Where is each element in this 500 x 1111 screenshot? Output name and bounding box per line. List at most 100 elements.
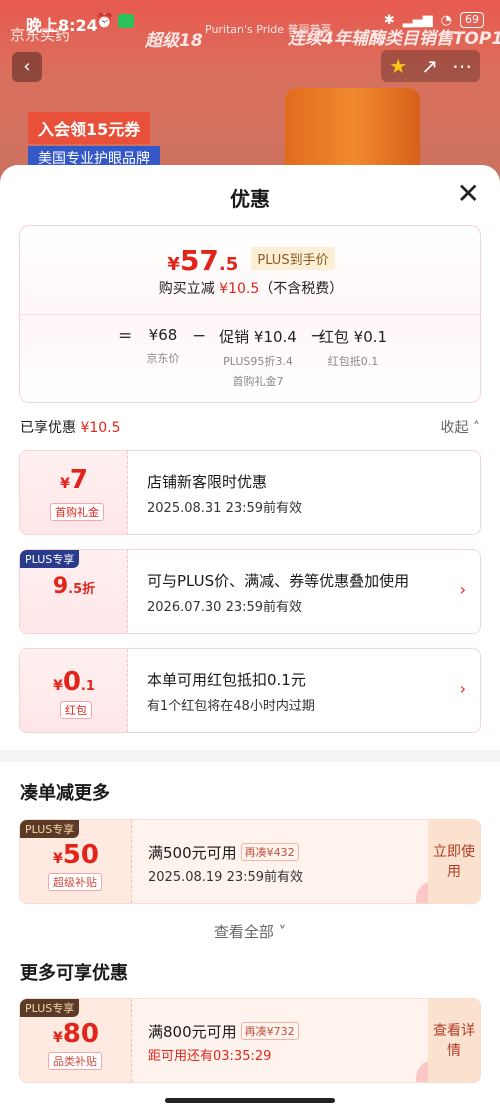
discount-title: 本单可用红包抵扣0.1元 — [147, 671, 306, 689]
coupon-amount: ¥80 — [20, 1019, 132, 1049]
use-now-button[interactable]: 立即使用 — [428, 820, 480, 903]
favorite-star-icon[interactable]: ★ — [389, 54, 407, 78]
coupon-condition: 满500元可用 — [148, 844, 237, 862]
plus-badge: PLUS专享 — [20, 550, 80, 568]
discount-symbol: ¥ — [60, 476, 70, 492]
coupon-countdown: 距可用还有03:35:29 — [148, 1049, 272, 1064]
share-icon[interactable]: ↗ — [421, 54, 438, 78]
view-all-button[interactable]: 查看全部 ˅ — [0, 921, 500, 942]
top-actions: ★ ↗ ⋯ — [381, 50, 480, 82]
sheet-title: 优惠 — [230, 187, 270, 211]
plus-price-tag: PLUS到手价 — [251, 247, 335, 270]
promo-col: 促销 ¥10.4 PLUS95折3.4 首购礼金7 — [208, 326, 308, 389]
view-details-button[interactable]: 查看详情 — [428, 999, 480, 1082]
jd-price-label: 京东价 — [146, 352, 180, 365]
plus-badge: PLUS专享 — [20, 820, 80, 838]
redpack-label: 红包抵0.1 — [327, 355, 379, 368]
coupon-symbol: ¥ — [53, 851, 63, 867]
promo-coupon-label: 入会领15元券 — [28, 112, 151, 144]
direct-text: 购买立减 — [158, 281, 215, 297]
coupon-value: 80 — [62, 1019, 99, 1049]
discount-tag: 首购礼金 — [50, 503, 104, 521]
discount-suffix: .1 — [80, 679, 95, 694]
enjoyed-label: 已享优惠 — [20, 420, 76, 436]
discount-sheet: 优惠 ✕ ¥57.5 PLUS到手价 购买立减 ¥10.5（不含税费） = ¥6… — [0, 165, 500, 1111]
more-discount-title: 凑单减更多 — [20, 783, 110, 804]
coupon-amount: ¥50 — [20, 840, 132, 870]
collapse-button[interactable]: 收起 ˄ — [441, 417, 480, 437]
bluetooth-icon: ✱ — [383, 12, 395, 28]
promo-amount: 促销 ¥10.4 — [219, 328, 297, 346]
discount-amount: 9.5折 — [20, 574, 128, 599]
coupon-condition: 满800元可用 — [148, 1023, 237, 1041]
redpack-amount: 红包 ¥0.1 — [318, 328, 388, 346]
alarm-icon: ⏰ — [95, 12, 114, 30]
enjoyed-amount: ¥10.5 — [80, 420, 121, 436]
price-decimal: .5 — [218, 254, 239, 275]
coupon-title: 满500元可用 再凑¥432 — [148, 842, 299, 863]
direct-note: （不含税费） — [259, 281, 344, 297]
coupon-card-50: PLUS专享 ¥50 超级补贴 满500元可用 再凑¥432 2025.08.19… — [19, 819, 481, 904]
coupon-symbol: ¥ — [53, 1030, 63, 1046]
signal-icon: ▂▄▆ — [402, 12, 433, 28]
coupon-need: 再凑¥732 — [240, 1022, 299, 1040]
equals-sign: = — [118, 326, 133, 346]
chevron-down-icon: ˅ — [278, 923, 287, 941]
discount-validity: 有1个红包将在48小时内过期 — [147, 699, 315, 714]
jd-price-col: ¥68 京东价 — [138, 326, 188, 366]
discount-tag: 红包 — [60, 701, 92, 719]
discount-amount: ¥0.1 — [20, 667, 128, 697]
discount-amount: ¥7 — [20, 465, 128, 495]
collapse-label: 收起 — [440, 420, 469, 436]
jd-price: ¥68 — [148, 326, 178, 344]
price-formula: = ¥68 京东价 − 促销 ¥10.4 PLUS95折3.4 首购礼金7 − … — [20, 326, 482, 396]
battery-icon: 69 — [460, 12, 484, 28]
discount-value: 9 — [52, 574, 69, 599]
discount-symbol: ¥ — [53, 678, 63, 694]
discount-title: 可与PLUS价、满减、券等优惠叠加使用 — [147, 572, 410, 590]
home-indicator — [165, 1098, 335, 1103]
summary-divider — [20, 314, 482, 315]
minus-sign-1: − — [192, 326, 207, 346]
chevron-right-icon: › — [459, 580, 466, 599]
price-summary: ¥57.5 PLUS到手价 购买立减 ¥10.5（不含税费） = ¥68 京东价… — [19, 225, 482, 403]
discount-title: 店铺新客限时优惠 — [147, 473, 268, 491]
more-icon[interactable]: ⋯ — [452, 54, 472, 78]
plus-badge: PLUS专享 — [20, 999, 80, 1017]
discount-suffix: .5折 — [68, 582, 96, 597]
direct-amount: ¥10.5 — [219, 281, 260, 297]
status-bar: 晚上8:24 ⏰ ✱ ▂▄▆ ◔ 69 — [0, 0, 500, 44]
redpack-col: 红包 ¥0.1 红包抵0.1 — [318, 326, 388, 369]
final-price: ¥57.5 PLUS到手价 — [20, 244, 482, 277]
more-enjoy-title: 更多可享优惠 — [20, 963, 128, 984]
wechat-icon — [118, 14, 134, 28]
coupon-tag: 超级补贴 — [48, 873, 102, 891]
discount-value: 0 — [62, 667, 81, 697]
status-time: 晚上8:24 — [26, 16, 98, 35]
view-all-label: 查看全部 — [213, 923, 274, 941]
price-symbol: ¥ — [167, 254, 180, 275]
coupon-validity: 2025.08.19 23:59前有效 — [148, 870, 304, 885]
discount-card-plus[interactable]: PLUS专享 9.5折 可与PLUS价、满减、券等优惠叠加使用 2026.07.… — [19, 549, 481, 634]
direct-discount: 购买立减 ¥10.5（不含税费） — [20, 278, 482, 298]
coupon-value: 50 — [62, 840, 99, 870]
promo-sub-plus: PLUS95折3.4 — [223, 355, 293, 368]
back-button[interactable]: ‹ — [12, 52, 42, 82]
discount-card-redpack[interactable]: ¥0.1 红包 本单可用红包抵扣0.1元 有1个红包将在48小时内过期 › — [19, 648, 481, 733]
wifi-icon: ◔ — [440, 12, 452, 28]
discount-card-new-customer: ¥7 首购礼金 店铺新客限时优惠 2025.08.31 23:59前有效 — [19, 450, 481, 535]
discount-value: 7 — [69, 465, 88, 495]
discount-validity: 2026.07.30 23:59前有效 — [147, 600, 303, 615]
close-icon[interactable]: ✕ — [457, 180, 480, 208]
coupon-tag: 品类补贴 — [48, 1052, 102, 1070]
price-integer: 57 — [179, 244, 219, 277]
promo-sub-gift: 首购礼金7 — [232, 375, 284, 388]
enjoyed-discount: 已享优惠 ¥10.5 — [20, 417, 121, 437]
discount-validity: 2025.08.31 23:59前有效 — [147, 501, 303, 516]
section-separator — [0, 750, 500, 762]
coupon-need: 再凑¥432 — [240, 843, 299, 861]
chevron-right-icon: › — [459, 679, 466, 698]
chevron-up-icon: ˄ — [473, 420, 480, 436]
coupon-card-80: PLUS专享 ¥80 品类补贴 满800元可用 再凑¥732 距可用还有03:35… — [19, 998, 481, 1083]
coupon-title: 满800元可用 再凑¥732 — [148, 1021, 299, 1042]
